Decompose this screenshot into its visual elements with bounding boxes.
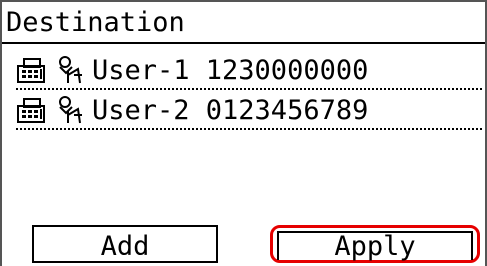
apply-button-label: Apply <box>334 230 416 262</box>
add-button-label: Add <box>100 230 150 262</box>
destination-item-user-2[interactable]: User-2 0123456789 <box>16 92 482 130</box>
fax-icon <box>17 58 45 83</box>
destination-label: User-2 0123456789 <box>92 94 369 126</box>
add-button[interactable]: Add <box>32 225 218 263</box>
destination-item-user-1[interactable]: User-1 1230000000 <box>16 52 482 90</box>
destination-label: User-1 1230000000 <box>92 54 369 86</box>
destination-list: User-1 1230000000 User-2 0123456789 <box>16 52 482 132</box>
address-book-icon <box>59 96 82 124</box>
page-title: Destination <box>6 6 185 38</box>
apply-button[interactable]: Apply <box>270 225 480 263</box>
destination-screen: Destination User-1 1230000000 User-2 012… <box>0 0 487 266</box>
title-bar: Destination <box>2 0 485 44</box>
fax-icon <box>17 98 45 123</box>
address-book-icon <box>59 56 82 84</box>
